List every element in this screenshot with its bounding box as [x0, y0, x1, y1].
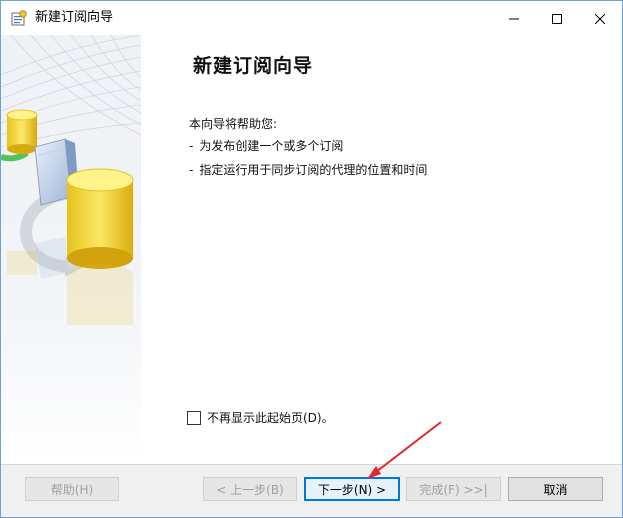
help-button[interactable]: 帮助(H): [25, 477, 119, 501]
wizard-window: 新建订阅向导 新建订阅向导 本向导将帮助您: - 为发布创建一个或多个订阅 - …: [0, 0, 623, 518]
dont-show-again-checkbox[interactable]: [187, 410, 201, 425]
dont-show-again-label[interactable]: 不再显示此起始页(D)。: [207, 409, 334, 426]
maximize-button[interactable]: [534, 1, 580, 35]
list-item-text: 为发布创建一个或多个订阅: [199, 139, 344, 153]
maximize-icon: [552, 9, 562, 28]
minimize-button[interactable]: [491, 1, 537, 35]
wizard-side-illustration: [1, 34, 142, 465]
feature-list: - 为发布创建一个或多个订阅 - 指定运行用于同步订阅的代理的位置和时间: [189, 139, 427, 187]
dont-show-again-row[interactable]: 不再显示此起始页(D)。: [187, 409, 334, 426]
next-button[interactable]: 下一步(N) >: [304, 477, 400, 501]
minimize-icon: [509, 9, 519, 28]
cancel-button[interactable]: 取消: [508, 477, 603, 501]
close-button[interactable]: [577, 1, 622, 35]
page-heading: 新建订阅向导: [193, 55, 314, 77]
list-item: - 为发布创建一个或多个订阅: [189, 139, 344, 153]
back-button[interactable]: < 上一步(B): [203, 477, 297, 501]
list-item: - 指定运行用于同步订阅的代理的位置和时间: [189, 163, 428, 177]
intro-text: 本向导将帮助您:: [189, 117, 278, 131]
finish-button[interactable]: 完成(F) >>|: [406, 477, 501, 501]
title-bar[interactable]: 新建订阅向导: [1, 1, 622, 35]
close-icon: [594, 9, 606, 28]
wizard-app-icon: [11, 10, 27, 26]
list-item-text: 指定运行用于同步订阅的代理的位置和时间: [199, 163, 428, 177]
window-title: 新建订阅向导: [35, 10, 114, 25]
